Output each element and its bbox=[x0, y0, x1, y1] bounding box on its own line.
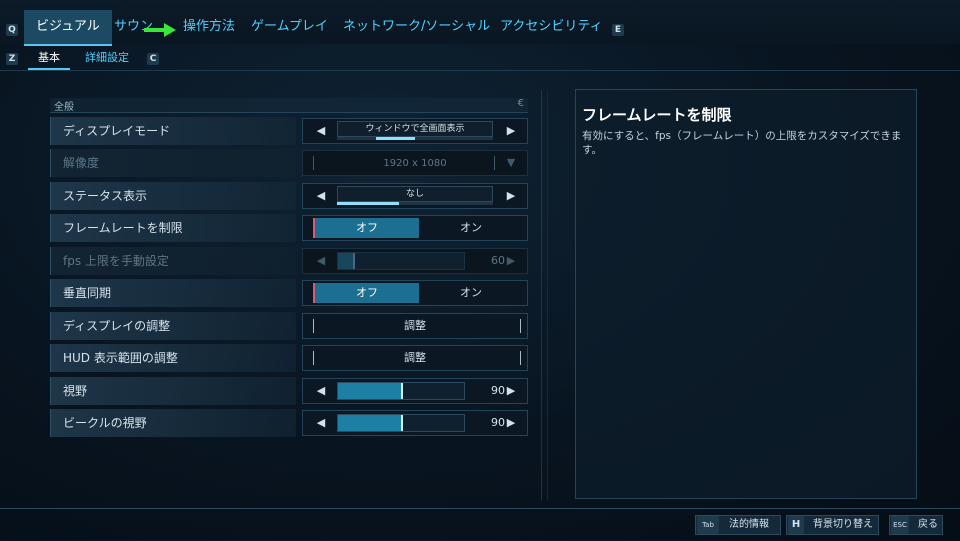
back-label: 戻る bbox=[918, 519, 938, 530]
chevron-right-icon[interactable]: ▶ bbox=[501, 119, 521, 143]
setting-display-mode[interactable]: ディスプレイモード bbox=[50, 117, 296, 145]
setting-display-adjust[interactable]: ディスプレイの調整 bbox=[50, 312, 296, 340]
chevron-left-icon[interactable]: ◀ bbox=[311, 411, 331, 435]
sub-tab-bar: Z 基本 詳細設定 C bbox=[0, 48, 960, 70]
chevron-left-icon: ◀ bbox=[316, 254, 326, 267]
limit-framerate-toggle[interactable]: オフ オン bbox=[302, 215, 528, 241]
setting-limit-framerate[interactable]: フレームレートを制限 bbox=[50, 214, 296, 242]
fps-cap-slider: ◀ 60 ▶ bbox=[302, 248, 528, 274]
section-header: 全般 € bbox=[50, 98, 528, 113]
chevron-right-icon: ▶ bbox=[506, 254, 516, 267]
display-adjust-button[interactable]: 調整 bbox=[302, 313, 528, 339]
chevron-left-icon[interactable]: ◀ bbox=[311, 379, 331, 403]
setting-hud-area[interactable]: HUD 表示範囲の調整 bbox=[50, 344, 296, 372]
vsync-toggle[interactable]: オフ オン bbox=[302, 280, 528, 306]
display-mode-value: ウィンドウで全画面表示 bbox=[337, 121, 493, 137]
toggle-background-label: 背景切り替え bbox=[813, 519, 873, 530]
display-mode-progress bbox=[337, 137, 493, 140]
status-display-value: なし bbox=[337, 186, 493, 202]
setting-vsync[interactable]: 垂直同期 bbox=[50, 279, 296, 307]
next-tab-key[interactable]: E bbox=[612, 24, 624, 36]
status-display-selector[interactable]: ◀ なし ▶ bbox=[302, 183, 528, 209]
chevron-left-icon[interactable]: ◀ bbox=[311, 184, 331, 208]
resolution-selector: 1920 x 1080 ▼ bbox=[302, 150, 528, 176]
esc-key-icon: ESC bbox=[891, 516, 909, 534]
subtab-divider bbox=[0, 70, 960, 71]
chevron-left-icon[interactable]: ◀ bbox=[311, 119, 331, 143]
chevron-right-icon[interactable]: ▶ bbox=[501, 379, 521, 403]
vehicle-fov-slider[interactable]: ◀ 90 ▶ bbox=[302, 410, 528, 436]
setting-resolution: 解像度 bbox=[50, 149, 296, 177]
resolution-value: 1920 x 1080 bbox=[383, 158, 447, 169]
bracket-right bbox=[520, 319, 521, 333]
setting-vehicle-fov[interactable]: ビークルの視野 bbox=[50, 409, 296, 437]
status-display-progress bbox=[337, 202, 493, 205]
setting-status-display[interactable]: ステータス表示 bbox=[50, 182, 296, 210]
prev-subtab-key[interactable]: Z bbox=[6, 53, 18, 65]
hud-area-button[interactable]: 調整 bbox=[302, 345, 528, 371]
bracket-left bbox=[313, 156, 314, 170]
vehicle-fov-fill bbox=[338, 415, 403, 431]
setting-fov[interactable]: 視野 bbox=[50, 377, 296, 405]
fov-slider[interactable]: ◀ 90 ▶ bbox=[302, 378, 528, 404]
bracket-right bbox=[494, 156, 495, 170]
display-adjust-label: 調整 bbox=[404, 319, 426, 332]
panel-divider-inner bbox=[547, 90, 548, 500]
section-corner-icon: € bbox=[517, 98, 524, 109]
chevron-down-icon: ▼ bbox=[506, 156, 516, 169]
tab-visual[interactable]: ビジュアル bbox=[24, 10, 112, 46]
prev-tab-key[interactable]: Q bbox=[6, 24, 18, 36]
bracket-right bbox=[520, 351, 521, 365]
limit-framerate-off[interactable]: オフ bbox=[313, 218, 419, 238]
subtab-basic[interactable]: 基本 bbox=[28, 48, 70, 70]
info-title: フレームレートを制限 bbox=[582, 106, 732, 124]
hud-area-label: 調整 bbox=[404, 351, 426, 364]
chevron-right-icon[interactable]: ▶ bbox=[501, 411, 521, 435]
limit-framerate-on[interactable]: オン bbox=[419, 218, 523, 238]
fov-fill bbox=[338, 383, 403, 399]
annotation-arrow-icon bbox=[144, 23, 176, 37]
tab-accessibility[interactable]: アクセシビリティ bbox=[500, 10, 603, 44]
setting-fps-cap: fps 上限を手動設定 bbox=[50, 247, 296, 275]
tab-gameplay[interactable]: ゲームプレイ bbox=[251, 10, 328, 44]
vsync-off[interactable]: オフ bbox=[313, 283, 419, 303]
h-key-icon: H bbox=[788, 516, 804, 534]
vsync-on[interactable]: オン bbox=[419, 283, 523, 303]
tab-controls[interactable]: 操作方法 bbox=[183, 10, 235, 44]
info-panel: フレームレートを制限 有効にすると、fps（フレームレート）の上限をカスタマイズ… bbox=[575, 89, 917, 499]
tab-network-social[interactable]: ネットワーク/ソーシャル bbox=[343, 10, 490, 44]
subtab-advanced[interactable]: 詳細設定 bbox=[85, 48, 129, 68]
fov-track[interactable] bbox=[337, 382, 465, 400]
legal-info-label: 法的情報 bbox=[729, 519, 769, 530]
vehicle-fov-track[interactable] bbox=[337, 414, 465, 432]
display-mode-selector[interactable]: ◀ ウィンドウで全画面表示 ▶ bbox=[302, 118, 528, 144]
info-description: 有効にすると、fps（フレームレート）の上限をカスタマイズできます。 bbox=[582, 130, 902, 156]
chevron-right-icon[interactable]: ▶ bbox=[501, 184, 521, 208]
panel-divider bbox=[541, 90, 542, 500]
next-subtab-key[interactable]: C bbox=[147, 53, 159, 65]
tab-key-icon: Tab bbox=[697, 516, 719, 534]
fps-cap-track bbox=[337, 252, 465, 270]
section-title: 全般 bbox=[54, 102, 74, 113]
fps-cap-fill bbox=[338, 253, 356, 269]
